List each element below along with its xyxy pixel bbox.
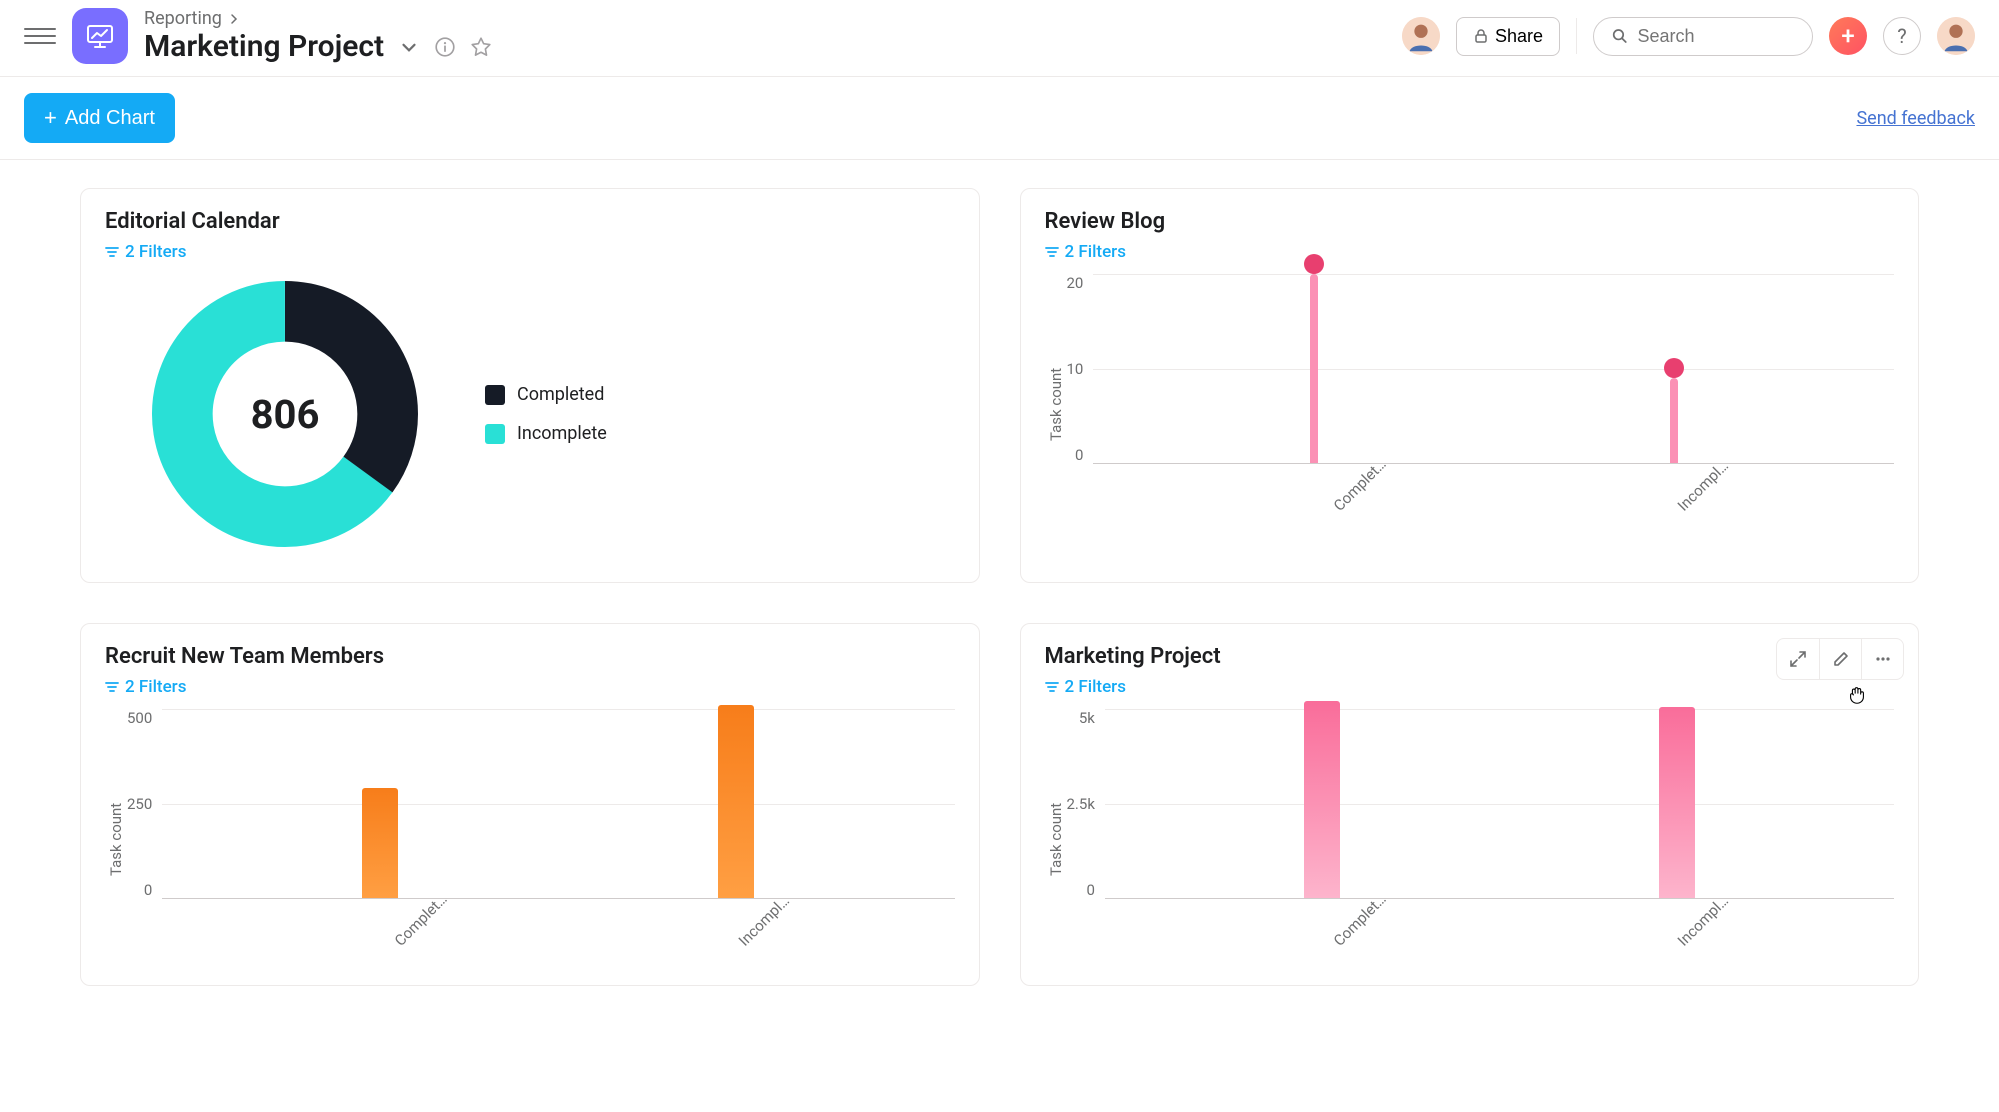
- card-title: Recruit New Team Members: [105, 644, 955, 669]
- filters-button[interactable]: 2 Filters: [1045, 242, 1895, 262]
- chevron-down-icon: [398, 36, 420, 58]
- donut-chart: 806 Completed Incomplete: [105, 262, 955, 566]
- separator: [1576, 18, 1577, 54]
- filters-label: 2 Filters: [125, 242, 186, 262]
- chart-presentation-icon: [84, 20, 116, 52]
- search-input[interactable]: [1637, 26, 1794, 47]
- title-block: Reporting Marketing Project: [144, 8, 492, 64]
- x-axis: Complet… Incompl…: [1127, 472, 1895, 490]
- y-axis: 500 250 0: [127, 709, 162, 899]
- more-icon: [1874, 650, 1892, 668]
- legend-label: Completed: [517, 384, 604, 405]
- dot-icon: [1664, 358, 1684, 378]
- swatch: [485, 385, 505, 405]
- help-button[interactable]: ?: [1883, 17, 1921, 55]
- search-box[interactable]: [1593, 17, 1813, 56]
- card-title: Editorial Calendar: [105, 209, 955, 234]
- x-axis: Complet… Incompl…: [1127, 907, 1895, 925]
- info-icon: [434, 36, 456, 58]
- filter-icon: [1045, 680, 1059, 694]
- filters-label: 2 Filters: [1065, 242, 1126, 262]
- y-axis: 20 10 0: [1067, 274, 1094, 464]
- favorite-button[interactable]: [470, 36, 492, 58]
- plus-icon: +: [1841, 22, 1854, 50]
- card-title: Review Blog: [1045, 209, 1895, 234]
- card-actions: [1776, 638, 1904, 680]
- legend: Completed Incomplete: [485, 384, 607, 444]
- card-title: Marketing Project: [1045, 644, 1895, 669]
- star-icon: [470, 36, 492, 58]
- share-label: Share: [1495, 26, 1543, 47]
- bar-completed[interactable]: [1304, 701, 1340, 898]
- more-button[interactable]: [1861, 639, 1903, 679]
- x-axis: Complet… Incompl…: [187, 907, 955, 925]
- share-button[interactable]: Share: [1456, 17, 1560, 56]
- chart-card-editorial[interactable]: Editorial Calendar 2 Filters 806 Complet…: [80, 188, 980, 583]
- pencil-icon: [1832, 650, 1850, 668]
- filters-label: 2 Filters: [125, 677, 186, 697]
- filter-icon: [105, 680, 119, 694]
- dot-icon: [1304, 254, 1324, 274]
- y-axis: 5k 2.5k 0: [1067, 709, 1105, 899]
- dashboard-grid: Editorial Calendar 2 Filters 806 Complet…: [0, 160, 1999, 1014]
- breadcrumb[interactable]: Reporting: [144, 8, 492, 29]
- chevron-right-icon: [228, 13, 240, 25]
- add-chart-button[interactable]: + Add Chart: [24, 93, 175, 143]
- lock-icon: [1473, 28, 1489, 44]
- filters-button[interactable]: 2 Filters: [1045, 677, 1895, 697]
- legend-item-incomplete[interactable]: Incomplete: [485, 423, 607, 444]
- filters-label: 2 Filters: [1065, 677, 1126, 697]
- user-avatar[interactable]: [1937, 17, 1975, 55]
- chart-card-recruit[interactable]: Recruit New Team Members 2 Filters Task …: [80, 623, 980, 986]
- info-button[interactable]: [434, 36, 456, 58]
- y-axis-label: Task count: [1045, 274, 1067, 534]
- title-dropdown[interactable]: [398, 36, 420, 58]
- legend-label: Incomplete: [517, 423, 607, 444]
- donut-total: 806: [145, 274, 425, 554]
- global-add-button[interactable]: +: [1829, 17, 1867, 55]
- y-axis-label: Task count: [105, 709, 127, 969]
- filters-button[interactable]: 2 Filters: [105, 242, 955, 262]
- lollipop-chart: Task count 20 10 0: [1045, 274, 1895, 534]
- topbar: Reporting Marketing Project Share +: [0, 0, 1999, 77]
- filter-icon: [1045, 245, 1059, 259]
- expand-icon: [1789, 650, 1807, 668]
- menu-toggle[interactable]: [24, 20, 56, 52]
- member-avatar[interactable]: [1402, 17, 1440, 55]
- filter-icon: [105, 245, 119, 259]
- bar-incomplete[interactable]: [1670, 378, 1678, 463]
- bar-incomplete[interactable]: [1659, 707, 1695, 898]
- swatch: [485, 424, 505, 444]
- question-icon: ?: [1897, 24, 1906, 48]
- breadcrumb-label: Reporting: [144, 8, 222, 29]
- page-title: Marketing Project: [144, 29, 384, 64]
- filters-button[interactable]: 2 Filters: [105, 677, 955, 697]
- toolbar: + Add Chart Send feedback: [0, 77, 1999, 160]
- edit-button[interactable]: [1819, 639, 1861, 679]
- add-chart-label: Add Chart: [65, 107, 155, 130]
- chart-card-review[interactable]: Review Blog 2 Filters Task count 20 10 0: [1020, 188, 1920, 583]
- chart-card-marketing[interactable]: Marketing Project 2 Filters Task count 5…: [1020, 623, 1920, 986]
- project-icon[interactable]: [72, 8, 128, 64]
- send-feedback-link[interactable]: Send feedback: [1856, 108, 1975, 129]
- plus-icon: +: [44, 105, 57, 131]
- bar-chart: Task count 500 250 0: [105, 709, 955, 969]
- legend-item-completed[interactable]: Completed: [485, 384, 607, 405]
- bar-incomplete[interactable]: [718, 705, 754, 898]
- bar-completed[interactable]: [362, 788, 398, 898]
- bar-completed[interactable]: [1310, 274, 1318, 463]
- y-axis-label: Task count: [1045, 709, 1067, 969]
- bar-chart: Task count 5k 2.5k 0: [1045, 709, 1895, 969]
- search-icon: [1612, 27, 1627, 45]
- expand-button[interactable]: [1777, 639, 1819, 679]
